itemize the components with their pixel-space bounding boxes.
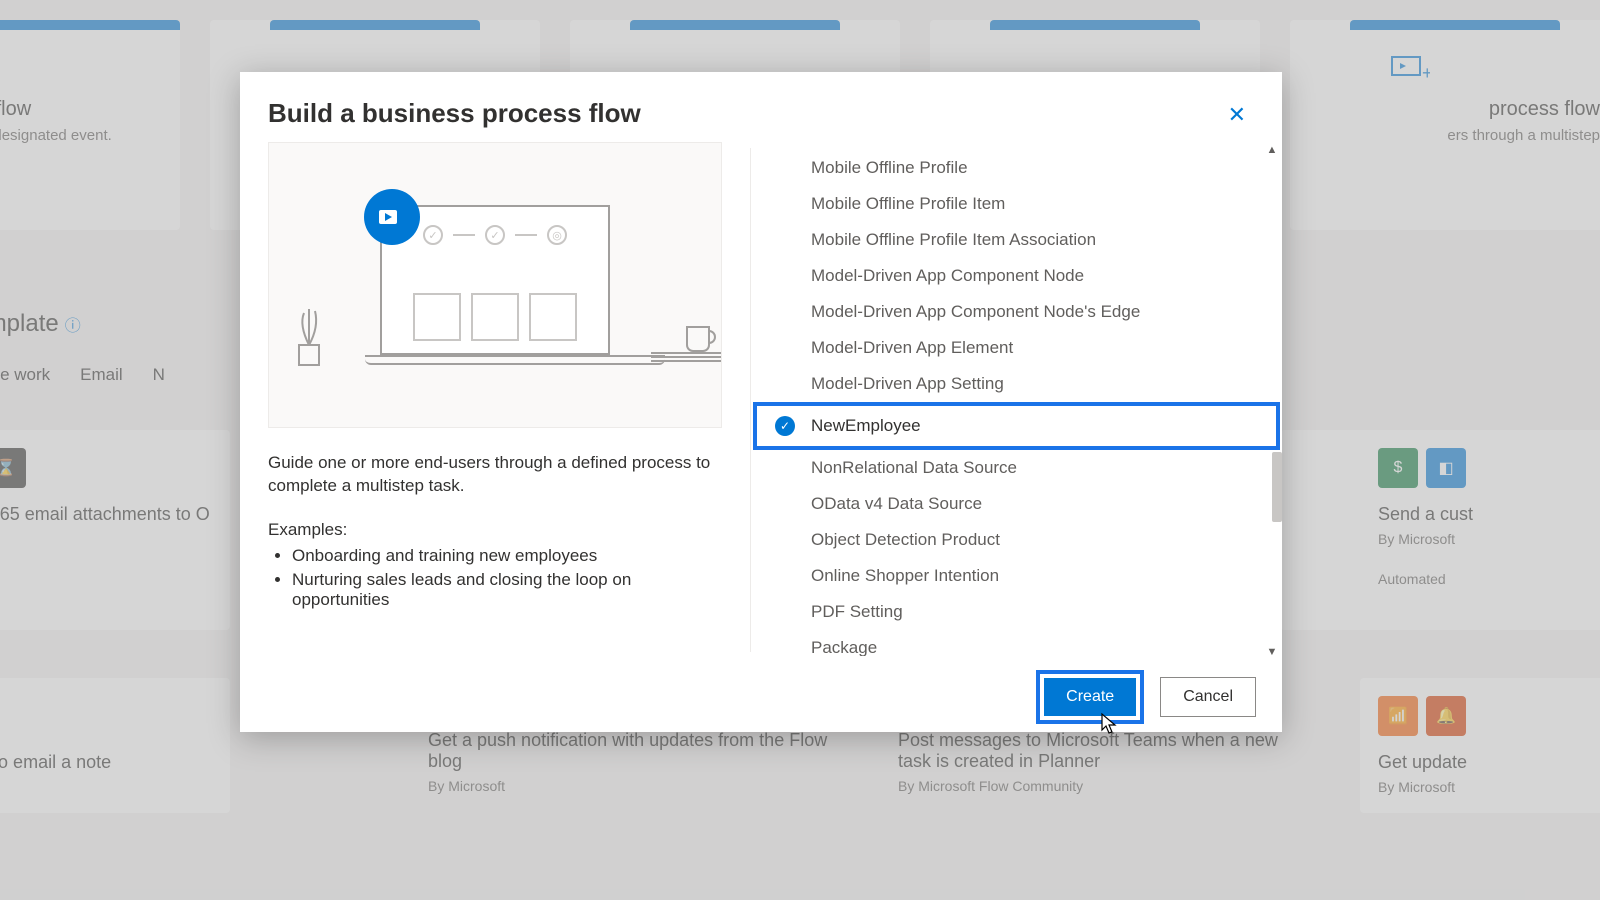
entity-option-selected[interactable]: ✓ NewEmployee: [753, 402, 1280, 450]
close-icon: ✕: [1228, 102, 1246, 127]
scrollbar-thumb[interactable]: [1272, 452, 1282, 522]
dialog-title: Build a business process flow: [268, 98, 641, 129]
entity-option[interactable]: Object Detection Product: [811, 522, 1246, 558]
plant-illustration: [289, 305, 329, 367]
example-item: Onboarding and training new employees: [292, 546, 722, 566]
scroll-down-arrow[interactable]: ▼: [1264, 646, 1280, 658]
scroll-up-arrow[interactable]: ▲: [1264, 144, 1280, 156]
entity-option[interactable]: Mobile Offline Profile Item: [811, 186, 1246, 222]
entity-option[interactable]: Model-Driven App Element: [811, 330, 1246, 366]
dialog-left-pane: ✓ ✓ ◎: [240, 142, 750, 672]
dialog-description: Guide one or more end-users through a de…: [268, 452, 722, 498]
examples-section: Examples: Onboarding and training new em…: [268, 520, 722, 610]
entity-option[interactable]: Package: [811, 630, 1246, 656]
entity-option[interactable]: NonRelational Data Source: [811, 450, 1246, 486]
entity-option[interactable]: Model-Driven App Component Node's Edge: [811, 294, 1246, 330]
entity-option[interactable]: Model-Driven App Component Node: [811, 258, 1246, 294]
create-button[interactable]: Create: [1044, 678, 1136, 716]
entity-list[interactable]: Mobile Offline Profile Mobile Offline Pr…: [751, 146, 1282, 656]
entity-option[interactable]: Mobile Offline Profile: [811, 150, 1246, 186]
close-button[interactable]: ✕: [1220, 98, 1254, 132]
books-illustration: [651, 351, 721, 370]
examples-label: Examples:: [268, 520, 722, 540]
example-item: Nurturing sales leads and closing the lo…: [292, 570, 722, 610]
cancel-button[interactable]: Cancel: [1160, 677, 1256, 717]
bpf-illustration: ✓ ✓ ◎: [268, 142, 722, 428]
build-bpf-dialog: Build a business process flow ✕ ✓ ✓ ◎: [240, 72, 1282, 732]
entity-option[interactable]: Online Shopper Intention: [811, 558, 1246, 594]
create-button-highlight: Create: [1036, 670, 1144, 724]
dialog-footer: Create Cancel: [240, 662, 1282, 732]
entity-option[interactable]: Model-Driven App Setting: [811, 366, 1246, 402]
check-icon: ✓: [775, 416, 795, 436]
entity-option[interactable]: PDF Setting: [811, 594, 1246, 630]
entity-option[interactable]: OData v4 Data Source: [811, 486, 1246, 522]
cup-illustration: [683, 321, 721, 355]
entity-option[interactable]: Mobile Offline Profile Item Association: [811, 222, 1246, 258]
dialog-right-pane: ▲ Mobile Offline Profile Mobile Offline …: [751, 142, 1282, 672]
